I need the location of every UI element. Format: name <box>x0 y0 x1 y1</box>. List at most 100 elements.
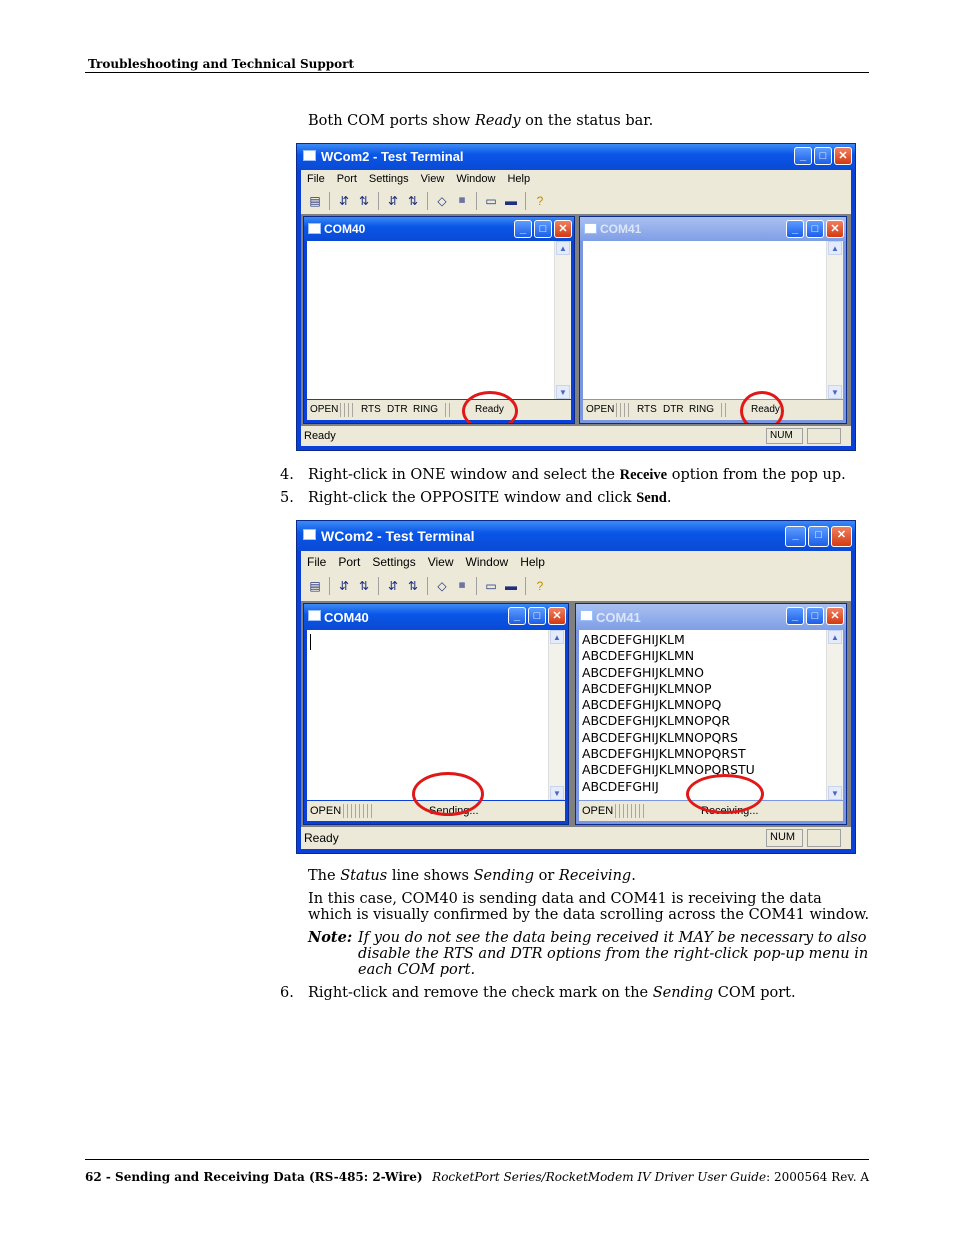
ring-indicator: RING <box>413 404 438 415</box>
step-6: Right-click and remove the check mark on… <box>308 985 796 1001</box>
com40-window[interactable]: COM40 _ □ ✕ ▲ ▼ OPEN Sending... <box>303 603 569 825</box>
menu-file[interactable]: File <box>307 555 326 569</box>
step-5: Right-click the OPPOSITE window and clic… <box>308 490 672 506</box>
status-cell <box>807 428 841 444</box>
menu-bar: File Port Settings View Window Help <box>301 551 851 573</box>
change-view-icon[interactable]: ▦ <box>454 578 470 594</box>
open-port-icon[interactable]: ⇵ <box>336 578 352 594</box>
minimize-button[interactable]: _ <box>514 220 532 238</box>
cascade-icon[interactable]: ▭ <box>483 193 499 209</box>
data-line: ABCDEFGHIJKLMNOP <box>582 680 712 696</box>
close-button[interactable]: ✕ <box>826 220 844 238</box>
maximize-button[interactable]: □ <box>528 607 546 625</box>
terminal-area[interactable]: ▲ ▼ <box>583 241 843 399</box>
vertical-scrollbar[interactable]: ▲ ▼ <box>826 241 843 399</box>
receive-icon[interactable]: ⇅ <box>405 578 421 594</box>
menu-help[interactable]: Help <box>520 555 545 569</box>
menu-port[interactable]: Port <box>338 555 360 569</box>
data-line: ABCDEFGHIJKLMNOPQRS <box>582 729 738 745</box>
com41-window[interactable]: COM41 _ □ ✕ ▲ ▼ OPEN RTS DTR RING Ready <box>579 216 847 424</box>
menu-settings[interactable]: Settings <box>369 173 409 185</box>
help-icon[interactable]: ? <box>532 578 548 594</box>
scroll-up-icon[interactable]: ▲ <box>556 241 570 255</box>
menu-settings[interactable]: Settings <box>372 555 415 569</box>
tile-icon[interactable]: ▬ <box>503 193 519 209</box>
help-icon[interactable]: ? <box>532 193 548 209</box>
num-lock-indicator: NUM <box>766 428 803 444</box>
minimize-button[interactable]: _ <box>794 147 812 165</box>
note-label: Note: <box>308 929 353 946</box>
menu-file[interactable]: File <box>307 173 325 185</box>
open-indicator: OPEN <box>310 404 339 415</box>
rts-indicator: RTS <box>361 404 381 415</box>
wcom2-window-1: WCom2 - Test Terminal _ □ ✕ File Port Se… <box>296 143 856 451</box>
close-button[interactable]: ✕ <box>548 607 566 625</box>
menu-view[interactable]: View <box>421 173 445 185</box>
close-port-icon[interactable]: ⇅ <box>356 578 372 594</box>
maximize-button[interactable]: □ <box>806 607 824 625</box>
port-properties-icon[interactable]: ▤ <box>307 193 323 209</box>
menu-help[interactable]: Help <box>507 173 530 185</box>
clear-icon[interactable]: ◇ <box>434 193 450 209</box>
window-status-bar: Ready NUM <box>301 827 851 849</box>
menu-view[interactable]: View <box>428 555 454 569</box>
window-titlebar[interactable]: WCom2 - Test Terminal _ □ ✕ <box>297 521 855 551</box>
close-button[interactable]: ✕ <box>554 220 572 238</box>
terminal-area[interactable]: ▲ ▼ <box>307 241 571 399</box>
minimize-button[interactable]: _ <box>786 607 804 625</box>
menu-port[interactable]: Port <box>337 173 357 185</box>
open-port-icon[interactable]: ⇵ <box>336 193 352 209</box>
scroll-up-icon[interactable]: ▲ <box>828 630 842 644</box>
data-line: ABCDEFGHIJKLMNO <box>582 664 704 680</box>
data-line: ABCDEFGHIJKLMNOPQRST <box>582 746 746 762</box>
minimize-button[interactable]: _ <box>786 220 804 238</box>
ring-indicator: RING <box>689 404 714 415</box>
menu-window[interactable]: Window <box>456 173 495 185</box>
scroll-up-icon[interactable]: ▲ <box>550 630 564 644</box>
com40-window[interactable]: COM40 _ □ ✕ ▲ ▼ OPEN RTS DTR RING Ready <box>303 216 575 424</box>
vertical-scrollbar[interactable]: ▲ ▼ <box>826 630 843 800</box>
minimize-button[interactable]: _ <box>508 607 526 625</box>
window-titlebar[interactable]: WCom2 - Test Terminal _ □ ✕ <box>297 144 855 170</box>
scroll-up-icon[interactable]: ▲ <box>828 241 842 255</box>
scroll-down-icon[interactable]: ▼ <box>828 385 842 399</box>
send-icon[interactable]: ⇵ <box>385 578 401 594</box>
port-icon <box>308 223 321 234</box>
tile-icon[interactable]: ▬ <box>503 578 519 594</box>
menu-window[interactable]: Window <box>466 555 509 569</box>
receive-icon[interactable]: ⇅ <box>405 193 421 209</box>
mdi-area: COM40 _ □ ✕ ▲ ▼ OPEN Sending... COM41 _ … <box>301 601 851 827</box>
send-icon[interactable]: ⇵ <box>385 193 401 209</box>
scroll-down-icon[interactable]: ▼ <box>556 385 570 399</box>
data-line: ABCDEFGHIJKLM <box>582 632 685 647</box>
vertical-scrollbar[interactable]: ▲ ▼ <box>548 630 565 800</box>
close-button[interactable]: ✕ <box>831 526 852 547</box>
intro-paragraph: Both COM ports show Ready on the status … <box>308 113 654 129</box>
minimize-button[interactable]: _ <box>785 526 806 547</box>
port-icon <box>584 223 597 234</box>
received-data: ABCDEFGHIJKLM ABCDEFGHIJKLMN ABCDEFGHIJK… <box>579 630 843 795</box>
close-port-icon[interactable]: ⇅ <box>356 193 372 209</box>
highlight-circle <box>412 772 484 816</box>
close-button[interactable]: ✕ <box>834 147 852 165</box>
maximize-button[interactable]: □ <box>808 526 829 547</box>
running-header: Troubleshooting and Technical Support <box>88 57 355 71</box>
close-button[interactable]: ✕ <box>826 607 844 625</box>
vertical-scrollbar[interactable]: ▲ ▼ <box>554 241 571 399</box>
maximize-button[interactable]: □ <box>534 220 552 238</box>
port-properties-icon[interactable]: ▤ <box>307 578 323 594</box>
dtr-indicator: DTR <box>663 404 684 415</box>
scroll-down-icon[interactable]: ▼ <box>828 786 842 800</box>
case-paragraph: In this case, COM40 is sending data and … <box>308 891 870 923</box>
app-icon <box>303 529 316 540</box>
clear-icon[interactable]: ◇ <box>434 578 450 594</box>
maximize-button[interactable]: □ <box>806 220 824 238</box>
scroll-down-icon[interactable]: ▼ <box>550 786 564 800</box>
cascade-icon[interactable]: ▭ <box>483 578 499 594</box>
com41-window[interactable]: COM41 _ □ ✕ ABCDEFGHIJKLM ABCDEFGHIJKLMN… <box>575 603 847 825</box>
toolbar: ▤ ⇵ ⇅ ⇵ ⇅ ◇ ▦ ▭ ▬ ? <box>301 189 851 213</box>
change-view-icon[interactable]: ▦ <box>454 193 470 209</box>
open-indicator: OPEN <box>582 805 614 817</box>
maximize-button[interactable]: □ <box>814 147 832 165</box>
status-text: Ready <box>304 831 339 845</box>
